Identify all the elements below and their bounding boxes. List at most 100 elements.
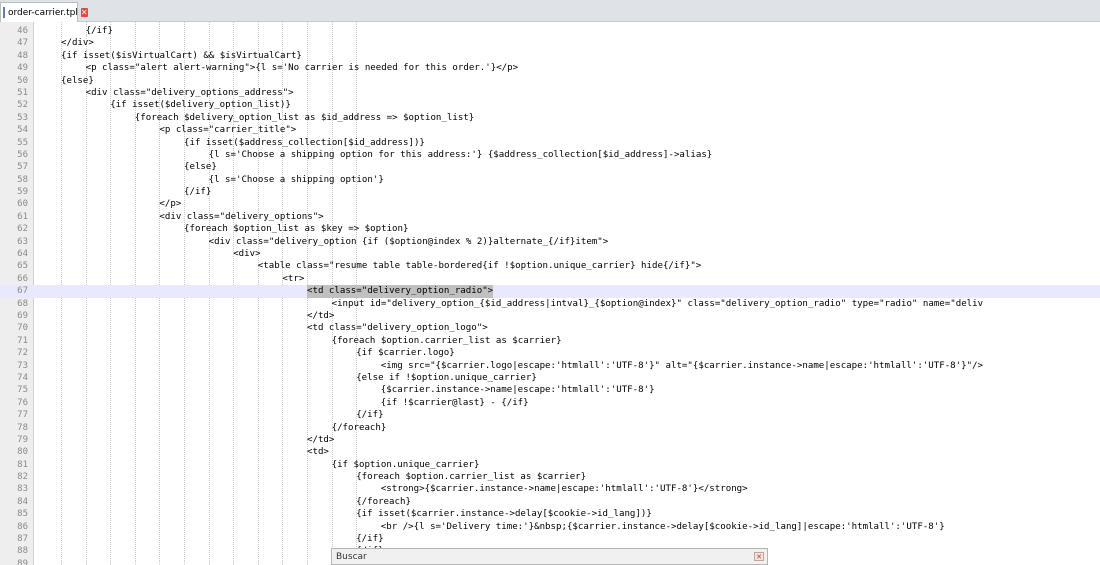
line-number: 55 — [17, 137, 28, 148]
code-text: <div class="delivery_options"> — [159, 211, 324, 222]
code-text: {l s='Choose a shipping option'} — [208, 174, 384, 185]
code-lines[interactable]: 46 {/if} 47 </div> 48 {if isset($isVirtualCar… — [0, 25, 1100, 565]
code-line[interactable]: 58 {l s='Choose a shipping option'} — [0, 174, 1100, 186]
close-icon[interactable]: ✕ — [80, 8, 88, 17]
code-text: {else} — [61, 75, 94, 86]
tab-order-carrier[interactable]: order-carrier.tpl ✕ — [0, 2, 88, 22]
code-line[interactable]: 68 <input id="delivery_option_{$id_addres… — [0, 298, 1100, 310]
line-number: 78 — [17, 422, 28, 433]
code-line[interactable]: 46 {/if} — [0, 25, 1100, 37]
line-number: 54 — [17, 125, 28, 136]
code-text: <div class="delivery_options_address"> — [85, 87, 294, 98]
line-number: 76 — [17, 397, 28, 408]
line-number: 47 — [17, 38, 28, 49]
code-editor[interactable]: 46 {/if} 47 </div> 48 {if isset($isVirtualCar… — [0, 22, 1100, 565]
code-text: {/if} — [356, 534, 384, 545]
code-text: <input id="delivery_option_{$id_address|… — [331, 298, 984, 309]
code-line[interactable]: 55 {if isset($address_collection[$id_addr… — [0, 137, 1100, 149]
code-text: {else} — [184, 162, 217, 173]
line-number: 73 — [17, 360, 28, 371]
code-text: {l s='Choose a shipping option for this … — [208, 149, 713, 160]
line-number: 66 — [17, 273, 28, 284]
code-line[interactable]: 76 {if !$carrier@last} - {/if} — [0, 397, 1100, 409]
code-text: {if !$carrier@last} - {/if} — [380, 397, 529, 408]
code-text: {foreach $option.carrier_list as $carrie… — [356, 472, 587, 483]
code-text: </td> — [307, 434, 335, 445]
code-text: <table class="resume table table-bordere… — [257, 261, 702, 272]
code-line[interactable]: 62 {foreach $option_list as $key => $opti… — [0, 223, 1100, 235]
code-text: {if isset($address_collection[$id_addres… — [184, 137, 425, 148]
code-text: <td> — [307, 447, 329, 458]
code-line[interactable]: 69 </td> — [0, 310, 1100, 322]
code-line[interactable]: 80 <td> — [0, 446, 1100, 458]
code-line[interactable]: 84 {/foreach} — [0, 496, 1100, 508]
close-icon[interactable]: ✕ — [754, 552, 764, 561]
line-number: 62 — [17, 224, 28, 235]
code-line[interactable]: 71 {foreach $option.carrier_list as $carr… — [0, 335, 1100, 347]
code-line[interactable]: 49 <p class="alert alert-warning">{l s='N… — [0, 62, 1100, 74]
selected-code-text: <td class="delivery_option_radio"> — [307, 285, 494, 298]
code-text: </p> — [159, 199, 182, 210]
code-text: {$carrier.instance->name|escape:'htmlall… — [380, 385, 655, 396]
code-line[interactable]: 64 <div> — [0, 248, 1100, 260]
code-text: {if isset($carrier.instance->delay[$cook… — [356, 509, 652, 520]
file-icon — [3, 7, 5, 18]
code-line[interactable]: 50 {else} — [0, 75, 1100, 87]
code-line[interactable]: 78 {/foreach} — [0, 422, 1100, 434]
tab-label: order-carrier.tpl — [8, 7, 78, 18]
line-number: 81 — [17, 459, 28, 470]
code-line[interactable]: 63 <div class="delivery_option {if ($opti… — [0, 236, 1100, 248]
code-line[interactable]: 87 {/if} — [0, 533, 1100, 545]
line-number: 83 — [17, 484, 28, 495]
code-line[interactable]: 52 {if isset($delivery_option_list)} — [0, 99, 1100, 111]
line-number: 69 — [17, 310, 28, 321]
code-line[interactable]: 72 {if $carrier.logo} — [0, 347, 1100, 359]
code-line[interactable]: 53 {foreach $delivery_option_list as $id_… — [0, 112, 1100, 124]
line-number: 72 — [17, 348, 28, 359]
code-text: <p class="carrier_title"> — [159, 125, 297, 136]
code-text: {/if} — [85, 26, 113, 36]
line-number: 77 — [17, 410, 28, 421]
code-line[interactable]: 56 {l s='Choose a shipping option for thi… — [0, 149, 1100, 161]
code-line[interactable]: 61 <div class="delivery_options"> — [0, 211, 1100, 223]
code-text: {foreach $option_list as $key => $option… — [184, 224, 409, 235]
code-line[interactable]: 60 </p> — [0, 198, 1100, 210]
code-line[interactable]: 75 {$carrier.instance->name|escape:'htmla… — [0, 384, 1100, 396]
line-number: 48 — [17, 50, 28, 61]
code-line[interactable]: 48 {if isset($isVirtualCart) && $isVirtua… — [0, 50, 1100, 62]
code-text: {if isset($isVirtualCart) && $isVirtualC… — [61, 50, 302, 61]
code-line[interactable]: 67 <td class="delivery_option_radio"> — [0, 285, 1100, 298]
code-text: <tr> — [282, 273, 305, 284]
code-line[interactable]: 65 <table class="resume table table-borde… — [0, 260, 1100, 272]
line-number: 52 — [17, 100, 28, 111]
code-line[interactable]: 86 <br />{l s='Delivery time:'}&nbsp;{$ca… — [0, 521, 1100, 533]
code-line[interactable]: 57 {else} — [0, 161, 1100, 173]
code-line[interactable]: 59 {/if} — [0, 186, 1100, 198]
code-line[interactable]: 54 <p class="carrier_title"> — [0, 124, 1100, 136]
line-number: 79 — [17, 434, 28, 445]
line-number: 75 — [17, 385, 28, 396]
line-number: 61 — [17, 211, 28, 222]
code-line[interactable]: 85 {if isset($carrier.instance->delay[$co… — [0, 508, 1100, 520]
line-number: 57 — [17, 162, 28, 173]
find-bar[interactable]: Buscar ✕ — [331, 548, 768, 565]
code-line[interactable]: 74 {else if !$option.unique_carrier} — [0, 372, 1100, 384]
code-line[interactable]: 66 <tr> — [0, 273, 1100, 285]
code-line[interactable]: 51 <div class="delivery_options_address"> — [0, 87, 1100, 99]
code-line[interactable]: 73 <img src="{$carrier.logo|escape:'htmla… — [0, 360, 1100, 372]
tab-bar: order-carrier.tpl ✕ — [0, 0, 1100, 22]
code-text: {if $carrier.logo} — [356, 348, 455, 359]
code-line[interactable]: 77 {/if} — [0, 409, 1100, 421]
code-line[interactable]: 81 {if $option.unique_carrier} — [0, 459, 1100, 471]
code-text: <td class="delivery_option_logo"> — [307, 323, 488, 334]
line-number: 56 — [17, 149, 28, 160]
line-number: 82 — [17, 472, 28, 483]
line-number: 74 — [17, 372, 28, 383]
line-number: 70 — [17, 323, 28, 334]
code-line[interactable]: 83 <strong>{$carrier.instance->name|escap… — [0, 483, 1100, 495]
code-line[interactable]: 79 </td> — [0, 434, 1100, 446]
line-number: 89 — [17, 558, 28, 565]
code-line[interactable]: 82 {foreach $option.carrier_list as $carr… — [0, 471, 1100, 483]
code-line[interactable]: 70 <td class="delivery_option_logo"> — [0, 322, 1100, 334]
code-line[interactable]: 47 </div> — [0, 37, 1100, 49]
